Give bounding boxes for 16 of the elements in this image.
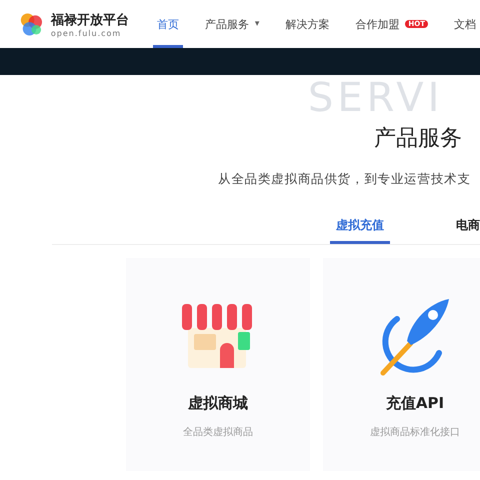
product-card[interactable]: 虚拟商城 全品类虚拟商品 xyxy=(126,258,310,471)
nav-link[interactable]: 产品服务 ▾ xyxy=(200,0,264,48)
category-tab[interactable]: 虚拟充值 xyxy=(330,210,390,244)
nav-link[interactable]: 文档 xyxy=(450,0,480,48)
brand-domain: open.fulu.com xyxy=(50,28,122,38)
card-description: 虚拟商品标准化接口 xyxy=(370,426,460,439)
card-title: 虚拟商城 xyxy=(188,394,248,413)
brand-name: 福禄开放平台 xyxy=(50,12,129,28)
category-tab[interactable]: 电商 xyxy=(450,210,480,244)
product-card[interactable]: 充值API 虚拟商品标准化接口 xyxy=(323,258,480,471)
nav-link[interactable]: 解决方案 xyxy=(281,0,334,48)
card-description: 全品类虚拟商品 xyxy=(183,426,253,439)
card-title: 充值API xyxy=(386,394,444,413)
caret-icon: ▾ xyxy=(254,19,260,29)
section-title: 产品服务 xyxy=(374,125,463,153)
section-subtitle: 从全品类虚拟商品供货，到专业运营技术支 xyxy=(218,171,472,188)
